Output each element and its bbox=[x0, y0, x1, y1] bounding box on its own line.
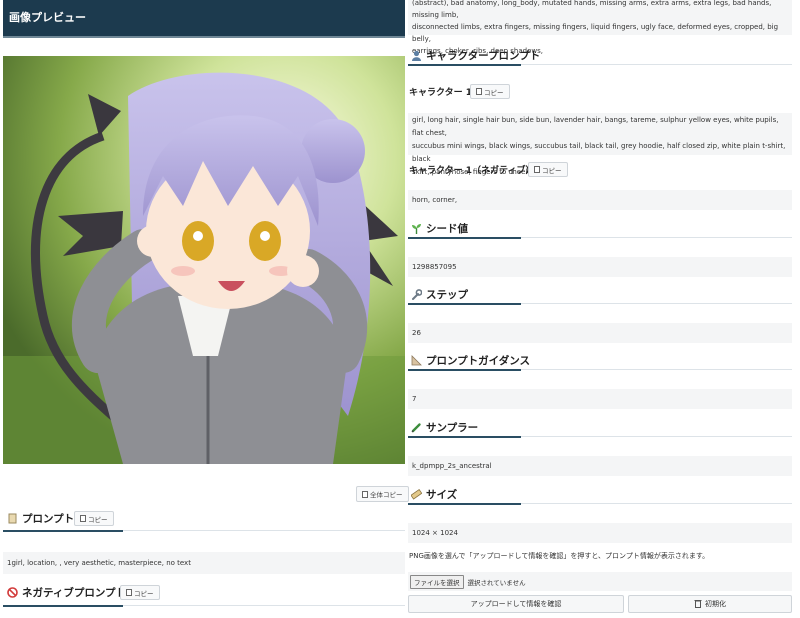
header-underline bbox=[3, 36, 405, 38]
prompt-text-box: 1girl, location, , very aesthetic, maste… bbox=[3, 552, 405, 574]
size-value-box: 1024 × 1024 bbox=[408, 523, 792, 543]
clipboard-icon bbox=[534, 166, 540, 173]
guidance-value-box: 7 bbox=[408, 389, 792, 409]
steps-section-rule bbox=[408, 303, 521, 305]
page-icon bbox=[7, 513, 18, 524]
sampler-section-rule-light bbox=[521, 436, 792, 437]
upload-confirm-label: アップロードして情報を確認 bbox=[470, 600, 562, 608]
seed-value: 1298857095 bbox=[412, 263, 457, 271]
ruler-icon bbox=[410, 489, 423, 500]
negative-copy-label: コピー bbox=[134, 589, 154, 598]
ruler-triangle-icon bbox=[411, 355, 422, 366]
character1-negative-text-box: horn, corner, bbox=[408, 190, 792, 210]
steps-section-rule-light bbox=[521, 303, 792, 304]
character1-label: キャラクター 1 bbox=[409, 88, 473, 98]
guidance-value: 7 bbox=[412, 395, 417, 403]
reset-label: 初期化 bbox=[705, 600, 726, 608]
person-icon bbox=[411, 50, 422, 61]
negative-text-box: (abstract), bad anatomy, long_body, muta… bbox=[408, 0, 792, 55]
clipboard-icon bbox=[362, 490, 368, 498]
size-section-rule-light bbox=[521, 503, 792, 504]
anime-girl-illustration bbox=[3, 56, 405, 464]
clipboard-icon bbox=[80, 515, 86, 522]
prompt-title-text: プロンプト bbox=[22, 513, 75, 525]
character-prompt-section-title: キャラクタープロンプト bbox=[411, 48, 540, 63]
character1-negative-copy-label: コピー bbox=[542, 166, 562, 175]
size-section-title: サイズ bbox=[410, 487, 458, 502]
preview-image bbox=[3, 56, 405, 464]
seed-title-text: シード値 bbox=[426, 223, 468, 235]
sprout-icon bbox=[411, 223, 422, 234]
prompt-section-rule bbox=[3, 530, 123, 532]
reset-button[interactable]: 初期化 bbox=[628, 595, 792, 613]
full-copy-label: 全体コピー bbox=[370, 491, 403, 499]
sampler-title-text: サンプラー bbox=[426, 422, 479, 434]
no-entry-icon bbox=[7, 587, 18, 598]
character1-copy-button[interactable]: コピー bbox=[470, 84, 510, 99]
guidance-section-rule-light bbox=[521, 369, 792, 370]
steps-value: 26 bbox=[412, 329, 421, 337]
negative-section-title: ネガティブプロンプト bbox=[7, 585, 126, 600]
wrench-icon bbox=[411, 289, 423, 300]
character-prompt-title-text: キャラクタープロンプト bbox=[426, 50, 541, 62]
character-section-rule bbox=[408, 64, 521, 66]
prompt-section-rule-light bbox=[123, 530, 405, 531]
steps-value-box: 26 bbox=[408, 323, 792, 343]
steps-section-title: ステップ bbox=[411, 287, 468, 302]
negative-copy-button[interactable]: コピー bbox=[120, 585, 160, 600]
preview-header: 画像プレビュー bbox=[3, 0, 405, 36]
guidance-title-text: プロンプトガイダンス bbox=[426, 355, 531, 367]
negative-section-rule-light bbox=[123, 605, 405, 606]
character1-negative-copy-button[interactable]: コピー bbox=[528, 162, 568, 177]
seed-value-box: 1298857095 bbox=[408, 257, 792, 277]
size-section-rule bbox=[408, 503, 521, 505]
steps-title-text: ステップ bbox=[426, 289, 468, 301]
preview-header-title: 画像プレビュー bbox=[9, 11, 86, 24]
full-copy-button[interactable]: 全体コピー bbox=[356, 486, 409, 502]
upload-instruction: PNG画像を選んで「アップロードして情報を確認」を押すと、プロンプト情報が表示さ… bbox=[409, 552, 710, 560]
clipboard-icon bbox=[126, 589, 132, 596]
seed-section-title: シード値 bbox=[411, 221, 468, 236]
guidance-section-rule bbox=[408, 369, 521, 371]
clipboard-icon bbox=[476, 88, 482, 95]
character1-copy-label: コピー bbox=[484, 88, 504, 97]
sampler-section-rule bbox=[408, 436, 521, 438]
negative-text-line: disconnected limbs, extra fingers, missi… bbox=[412, 23, 779, 43]
trash-icon bbox=[694, 599, 702, 610]
sampler-value: k_dpmpp_2s_ancestral bbox=[412, 462, 492, 470]
size-value: 1024 × 1024 bbox=[412, 529, 458, 537]
prompt-copy-label: コピー bbox=[88, 515, 108, 524]
prompt-text: 1girl, location, , very aesthetic, maste… bbox=[7, 559, 191, 567]
sampler-section-title: サンプラー bbox=[411, 420, 478, 435]
prompt-copy-button[interactable]: コピー bbox=[74, 511, 114, 526]
character-section-rule-light bbox=[521, 64, 792, 65]
seed-section-rule-light bbox=[521, 237, 792, 238]
guidance-section-title: プロンプトガイダンス bbox=[411, 353, 530, 368]
sampler-value-box: k_dpmpp_2s_ancestral bbox=[408, 456, 792, 476]
character1-text-line: girl, long hair, single hair bun, side b… bbox=[412, 116, 779, 137]
file-choose-button[interactable]: ファイルを選択 bbox=[410, 574, 464, 589]
file-input-row: ファイルを選択 選択されていません bbox=[408, 572, 792, 591]
negative-text-line: (abstract), bad anatomy, long_body, muta… bbox=[412, 0, 772, 19]
pencil-icon bbox=[411, 422, 422, 433]
prompt-section-title: プロンプト bbox=[7, 511, 74, 526]
character1-negative-label: キャラクター 1（ネガティブ） bbox=[409, 166, 535, 176]
negative-section-rule bbox=[3, 605, 123, 607]
character1-negative-text: horn, corner, bbox=[412, 196, 458, 204]
size-title-text: サイズ bbox=[426, 489, 458, 501]
upload-confirm-button[interactable]: アップロードして情報を確認 bbox=[408, 595, 624, 613]
negative-title-text: ネガティブプロンプト bbox=[22, 587, 127, 599]
file-status: 選択されていません bbox=[467, 578, 526, 587]
character1-text-box: girl, long hair, single hair bun, side b… bbox=[408, 113, 792, 176]
seed-section-rule bbox=[408, 237, 521, 239]
